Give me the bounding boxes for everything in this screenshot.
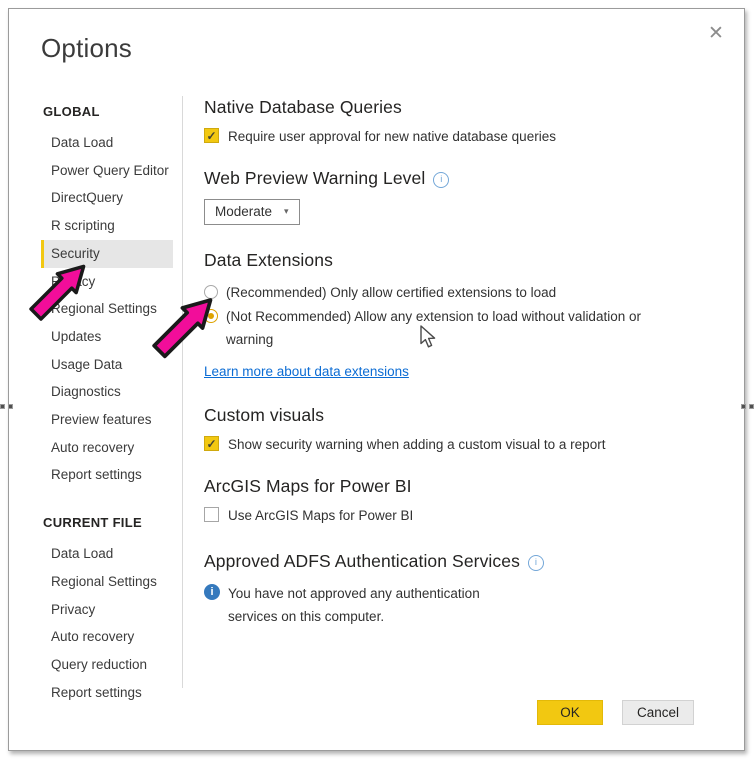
section-data-extensions: Data Extensions (Recommended) Only allow…	[204, 249, 719, 379]
sidebar-item-directquery[interactable]: DirectQuery	[41, 184, 173, 212]
sidebar-item-preview-features[interactable]: Preview features	[41, 406, 173, 434]
section-heading: Native Database Queries	[204, 97, 402, 117]
ok-button[interactable]: OK	[536, 700, 603, 725]
sidebar-item-privacy[interactable]: Privacy	[41, 268, 173, 296]
close-icon[interactable]: ✕	[702, 19, 730, 47]
sidebar-item-security[interactable]: Security	[41, 239, 173, 268]
selection-handle	[741, 404, 746, 409]
section-custom-visuals: Custom visuals ✓ Show security warning w…	[204, 404, 719, 453]
sidebar-item-report-settings[interactable]: Report settings	[41, 461, 173, 489]
sidebar-item-usage-data[interactable]: Usage Data	[41, 351, 173, 379]
sidebar-section-current-file: CURRENT FILE	[43, 515, 142, 531]
radio-dot-icon	[208, 313, 214, 319]
settings-panel: Native Database Queries ✓ Require user a…	[204, 96, 719, 650]
sidebar-item-power-query-editor[interactable]: Power Query Editor	[41, 157, 173, 185]
section-heading: ArcGIS Maps for Power BI	[204, 476, 412, 496]
section-heading: Approved ADFS Authentication Services i	[204, 550, 719, 572]
radio-label: (Not Recommended) Allow any extension to…	[226, 309, 641, 347]
selection-handle	[0, 404, 5, 409]
sidebar-item-cf-data-load[interactable]: Data Load	[41, 540, 173, 568]
sidebar-divider	[182, 96, 183, 688]
sidebar: GLOBAL Data Load Power Query Editor Dire…	[41, 97, 173, 706]
cancel-button[interactable]: Cancel	[621, 700, 694, 725]
sidebar-item-data-load[interactable]: Data Load	[41, 129, 173, 157]
warning-level-dropdown[interactable]: Moderate ▾	[204, 199, 300, 225]
learn-more-link[interactable]: Learn more about data extensions	[204, 364, 409, 379]
require-approval-checkbox[interactable]: ✓	[204, 128, 219, 143]
options-dialog: Options ✕ GLOBAL Data Load Power Query E…	[8, 8, 745, 751]
section-web-preview-warning: Web Preview Warning Level i Moderate ▾	[204, 167, 719, 225]
checkbox-label: Require user approval for new native dat…	[228, 129, 556, 144]
radio-certified-only[interactable]	[204, 285, 218, 299]
info-filled-icon: i	[204, 584, 220, 600]
selection-handle	[749, 404, 754, 409]
radio-label: (Recommended) Only allow certified exten…	[226, 285, 557, 300]
dialog-footer: OK Cancel	[536, 700, 694, 725]
section-adfs: Approved ADFS Authentication Services i i…	[204, 550, 719, 628]
show-security-warning-checkbox[interactable]: ✓	[204, 436, 219, 451]
sidebar-item-regional-settings[interactable]: Regional Settings	[41, 295, 173, 323]
radio-allow-any-extension[interactable]	[204, 309, 218, 323]
sidebar-item-r-scripting[interactable]: R scripting	[41, 212, 173, 240]
section-heading: Data Extensions	[204, 250, 333, 270]
page-title: Options	[41, 33, 133, 63]
chevron-down-icon: ▾	[284, 206, 289, 216]
adfs-note: You have not approved any authentication…	[228, 586, 480, 624]
info-icon[interactable]: i	[527, 554, 544, 571]
section-heading: Custom visuals	[204, 405, 325, 425]
section-native-database-queries: Native Database Queries ✓ Require user a…	[204, 96, 719, 145]
section-arcgis: ArcGIS Maps for Power BI ✓ Use ArcGIS Ma…	[204, 475, 719, 524]
sidebar-item-cf-query-reduction[interactable]: Query reduction	[41, 651, 173, 679]
sidebar-item-auto-recovery[interactable]: Auto recovery	[41, 434, 173, 462]
checkbox-label: Use ArcGIS Maps for Power BI	[228, 508, 414, 523]
checkbox-label: Show security warning when adding a cust…	[228, 437, 606, 452]
section-heading: Web Preview Warning Level i	[204, 167, 719, 189]
sidebar-item-cf-regional-settings[interactable]: Regional Settings	[41, 568, 173, 596]
dropdown-value: Moderate	[215, 204, 273, 219]
sidebar-section-global: GLOBAL	[43, 104, 100, 119]
sidebar-item-updates[interactable]: Updates	[41, 323, 173, 351]
sidebar-item-diagnostics[interactable]: Diagnostics	[41, 378, 173, 406]
use-arcgis-checkbox[interactable]: ✓	[204, 507, 219, 522]
selection-handle	[8, 404, 13, 409]
checkmark-icon: ✓	[206, 436, 217, 451]
sidebar-item-cf-privacy[interactable]: Privacy	[41, 596, 173, 624]
info-icon[interactable]: i	[433, 171, 450, 188]
checkmark-icon: ✓	[206, 128, 217, 143]
sidebar-item-cf-auto-recovery[interactable]: Auto recovery	[41, 623, 173, 651]
sidebar-item-cf-report-settings[interactable]: Report settings	[41, 679, 173, 707]
